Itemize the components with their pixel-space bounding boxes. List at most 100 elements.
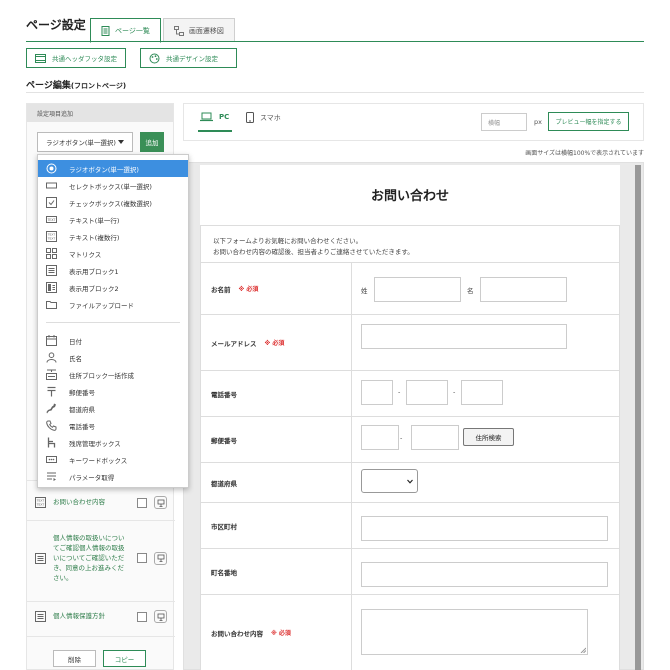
keyword-icon bbox=[46, 456, 57, 463]
form-row-inquiry: お問い合わせ内容 ※ 必須 bbox=[200, 595, 620, 670]
field-edit-button[interactable] bbox=[154, 610, 167, 623]
tab-page-list-label: ページ一覧 bbox=[115, 26, 150, 35]
field-row-privacy-notice[interactable]: 個人情報の取扱いについてご確認個人情報の取扱いについてご確認いただき、同意の上お… bbox=[27, 533, 175, 583]
resize-handle-icon bbox=[580, 647, 586, 653]
dropdown-item-label: 表示用ブロック1 bbox=[69, 267, 119, 276]
dropdown-item-label: 電話番号 bbox=[69, 422, 95, 431]
field-label-phone: 電話番号 bbox=[201, 371, 352, 416]
city-input[interactable] bbox=[361, 516, 608, 541]
common-design-button[interactable]: 共通デザイン設定 bbox=[140, 48, 237, 68]
form-intro-row: 以下フォームよりお気軽にお問い合わせください。 お問い合わせ内容の確認後、担当者… bbox=[200, 225, 620, 263]
dropdown-item-seat[interactable]: 残席管理ボックス bbox=[38, 434, 188, 451]
edit-icon bbox=[157, 613, 164, 621]
dropdown-item-checkbox[interactable]: チェックボックス(複数選択) bbox=[38, 194, 188, 211]
device-tab-pc[interactable]: PC bbox=[200, 112, 229, 122]
dropdown-item-postal[interactable]: 郵便番号 bbox=[38, 383, 188, 400]
required-mark: ※ 必須 bbox=[238, 286, 259, 293]
field-row-privacy-policy[interactable]: 個人情報保護方針 bbox=[27, 610, 175, 623]
row-divider bbox=[27, 601, 175, 602]
common-header-footer-button[interactable]: 共通ヘッダフッタ設定 bbox=[26, 48, 126, 68]
tab-screen-flow[interactable]: 画面遷移図 bbox=[162, 18, 235, 42]
phone-dash: - bbox=[398, 388, 401, 396]
preview-width-input[interactable]: 横幅 bbox=[481, 113, 527, 131]
dropdown-item-label: 日付 bbox=[69, 337, 82, 346]
tab-page-list[interactable]: ページ一覧 bbox=[90, 18, 161, 43]
address-search-button[interactable]: 住所検索 bbox=[463, 428, 514, 446]
dropdown-item-file-upload[interactable]: ファイルアップロード bbox=[38, 296, 188, 313]
set-preview-width-button[interactable]: プレビュー幅を指定する bbox=[548, 112, 629, 131]
dropdown-item-date[interactable]: 日付 bbox=[38, 332, 188, 349]
dropdown-item-text-multi[interactable]: TEXT TEXT テキスト(複数行) bbox=[38, 228, 188, 245]
dropdown-item-matrix[interactable]: マトリクス bbox=[38, 245, 188, 262]
preview-scrollbar[interactable] bbox=[635, 165, 641, 670]
dropdown-item-label: セレクトボックス(単一選択) bbox=[69, 182, 152, 191]
phone-input-1[interactable] bbox=[361, 380, 393, 405]
form-row-postal: 郵便番号 - 住所検索 bbox=[200, 417, 620, 463]
form-intro-line: 以下フォームよりお気軽にお問い合わせください。 bbox=[213, 237, 363, 245]
field-type-dropdown: ラジオボタン(単一選択) セレクトボックス(単一選択) チェックボックス(複数選… bbox=[37, 154, 189, 488]
phone-input-3[interactable] bbox=[461, 380, 503, 405]
field-label-inquiry: お問い合わせ内容 ※ 必須 bbox=[201, 595, 352, 670]
text-multi-icon: TEXTTEXT bbox=[46, 231, 57, 242]
field-type-select[interactable]: ラジオボタン(単一選択) bbox=[37, 132, 133, 152]
dropdown-item-label: パラメータ取得 bbox=[69, 473, 115, 482]
field-edit-button[interactable] bbox=[154, 496, 167, 509]
form-row-street: 町名番地 bbox=[200, 549, 620, 595]
label-text: メールアドレス bbox=[211, 339, 257, 348]
text-single-icon: TEXT bbox=[46, 216, 57, 223]
field-edit-button[interactable] bbox=[154, 551, 167, 565]
block-icon bbox=[35, 611, 46, 622]
postal-input-2[interactable] bbox=[411, 425, 459, 450]
page-title: ページ設定 bbox=[26, 18, 86, 32]
phone-input-2[interactable] bbox=[406, 380, 448, 405]
postal-input-1[interactable] bbox=[361, 425, 399, 450]
svg-text:TEXT: TEXT bbox=[47, 237, 56, 241]
block1-icon bbox=[46, 265, 57, 276]
required-checkbox[interactable] bbox=[137, 553, 147, 564]
first-name-input[interactable] bbox=[480, 277, 567, 302]
dropdown-item-address-block[interactable]: 住所ブロック一括作成 bbox=[38, 366, 188, 383]
header-footer-icon bbox=[35, 53, 46, 63]
dropdown-item-label: テキスト(単一行) bbox=[69, 216, 120, 225]
field-type-select-value: ラジオボタン(単一選択) bbox=[46, 139, 116, 147]
email-input[interactable] bbox=[361, 324, 567, 349]
add-field-button[interactable]: 追加 bbox=[140, 132, 164, 152]
dropdown-divider bbox=[46, 322, 180, 323]
dropdown-item-keyword[interactable]: キーワードボックス bbox=[38, 451, 188, 468]
field-label-city: 市区町村 bbox=[201, 503, 352, 548]
dropdown-item-label: チェックボックス(複数選択) bbox=[69, 199, 152, 208]
dropdown-item-text-single[interactable]: TEXT テキスト(単一行) bbox=[38, 211, 188, 228]
selectbox-icon bbox=[46, 182, 57, 189]
parameter-icon bbox=[47, 472, 56, 481]
dropdown-item-phone[interactable]: 電話番号 bbox=[38, 417, 188, 434]
delete-button[interactable]: 削除 bbox=[53, 650, 96, 667]
field-label: 個人情報の取扱いについてご確認個人情報の取扱いについてご確認いただき、同意の上お… bbox=[53, 534, 125, 583]
dropdown-item-parameter[interactable]: パラメータ取得 bbox=[38, 468, 188, 485]
dropdown-item-radio[interactable]: ラジオボタン(単一選択) bbox=[38, 160, 188, 177]
last-name-input[interactable] bbox=[374, 277, 461, 302]
text-multi-icon: TEXTTEXT bbox=[35, 497, 46, 508]
section-title-main: ページ編集 bbox=[26, 81, 71, 91]
device-tab-smartphone[interactable]: スマホ bbox=[246, 112, 281, 123]
dropdown-item-label: 氏名 bbox=[69, 354, 82, 363]
inquiry-textarea[interactable] bbox=[361, 609, 588, 655]
dropdown-item-block1[interactable]: 表示用ブロック1 bbox=[38, 262, 188, 279]
common-design-label: 共通デザイン設定 bbox=[166, 55, 218, 63]
block2-icon bbox=[46, 282, 57, 293]
required-checkbox[interactable] bbox=[137, 497, 147, 508]
prefecture-select[interactable] bbox=[361, 469, 418, 493]
required-checkbox[interactable] bbox=[137, 611, 147, 622]
row-divider bbox=[27, 636, 175, 637]
label-text: お問い合わせ内容 bbox=[211, 629, 263, 638]
dropdown-item-selectbox[interactable]: セレクトボックス(単一選択) bbox=[38, 177, 188, 194]
form-row-email: メールアドレス ※ 必須 bbox=[200, 315, 620, 371]
street-input[interactable] bbox=[361, 562, 608, 587]
dropdown-item-label: テキスト(複数行) bbox=[69, 233, 120, 242]
copy-button[interactable]: コピー bbox=[103, 650, 146, 667]
field-label-street: 町名番地 bbox=[201, 549, 352, 594]
dropdown-item-block2[interactable]: 表示用ブロック2 bbox=[38, 279, 188, 296]
dropdown-item-prefecture[interactable]: 都道府県 bbox=[38, 400, 188, 417]
matrix-icon bbox=[46, 248, 57, 259]
dropdown-item-name[interactable]: 氏名 bbox=[38, 349, 188, 366]
field-row-inquiry[interactable]: TEXT TEXT お問い合わせ内容 bbox=[27, 496, 175, 509]
